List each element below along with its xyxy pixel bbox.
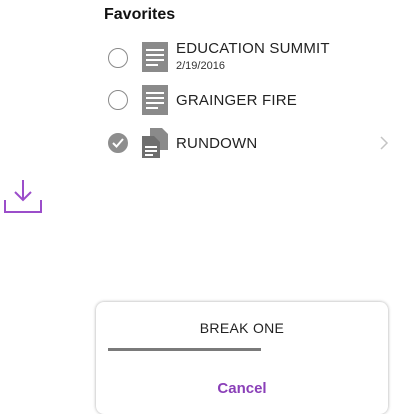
favorite-title: EDUCATION SUMMIT xyxy=(176,40,330,57)
download-sheet: BREAK ONE Cancel xyxy=(96,302,388,414)
select-radio[interactable] xyxy=(108,48,128,68)
sheet-title: BREAK ONE xyxy=(199,320,285,336)
checkmark-icon xyxy=(112,138,124,148)
cancel-button[interactable]: Cancel xyxy=(96,380,388,397)
favorite-item-grainger-fire[interactable]: GRAINGER FIRE xyxy=(108,82,403,118)
progress-fill xyxy=(108,348,261,351)
favorite-item-education-summit[interactable]: EDUCATION SUMMIT 2/19/2016 xyxy=(108,38,403,74)
documents-stack-icon xyxy=(142,128,168,158)
favorite-title: GRAINGER FIRE xyxy=(176,92,297,109)
download-progress xyxy=(108,348,376,351)
download-icon[interactable] xyxy=(3,178,43,214)
favorite-date: 2/19/2016 xyxy=(176,60,225,72)
favorite-item-rundown[interactable]: RUNDOWN xyxy=(108,125,403,161)
document-icon xyxy=(142,42,168,72)
chevron-right-icon[interactable] xyxy=(380,136,389,150)
favorite-title: RUNDOWN xyxy=(176,135,258,152)
document-icon xyxy=(142,85,168,115)
select-radio[interactable] xyxy=(108,90,128,110)
selected-radio[interactable] xyxy=(108,133,128,153)
favorites-title: Favorites xyxy=(104,6,176,23)
